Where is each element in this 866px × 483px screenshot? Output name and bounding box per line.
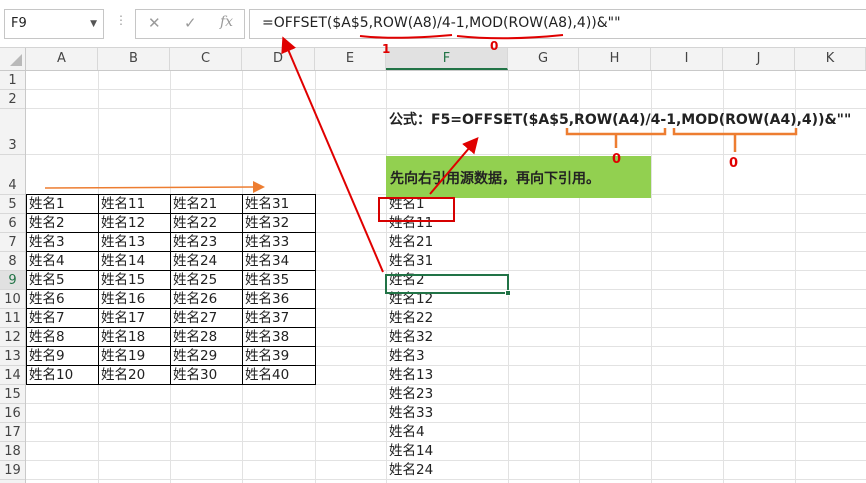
bracket-b bbox=[672, 128, 798, 136]
arrow-to-note bbox=[429, 136, 479, 195]
underline-mod-part bbox=[456, 34, 564, 40]
arrow-to-formula bbox=[281, 36, 384, 273]
underline-row-part bbox=[359, 34, 453, 39]
bracket-a bbox=[565, 128, 667, 136]
annotation-overlay bbox=[44, 34, 798, 273]
arrow-rightward bbox=[44, 181, 265, 194]
